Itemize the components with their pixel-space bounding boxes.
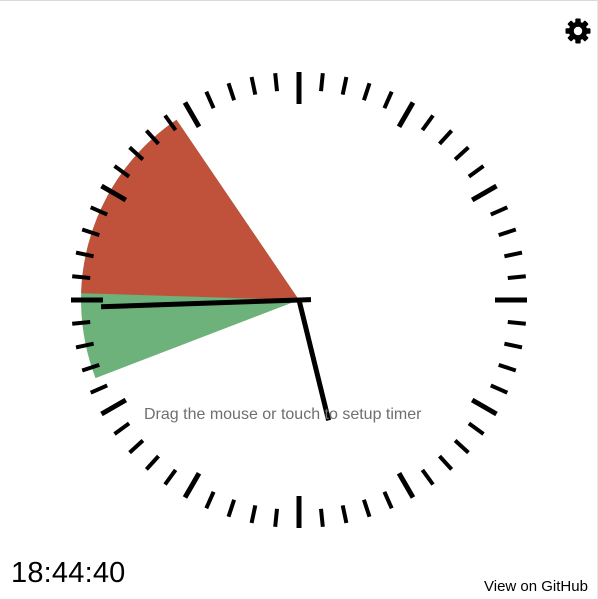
major-tick <box>470 183 498 203</box>
minor-tick <box>113 421 131 436</box>
major-tick <box>100 397 128 417</box>
minor-tick <box>489 383 509 395</box>
minor-tick <box>453 439 470 455</box>
minor-tick <box>249 76 258 96</box>
minor-tick <box>226 499 237 518</box>
minor-tick <box>467 164 485 179</box>
timer-sectors <box>81 119 300 379</box>
timer-clock-face[interactable] <box>0 0 598 599</box>
minor-tick <box>361 82 372 101</box>
minor-tick <box>273 508 279 527</box>
major-tick <box>470 397 498 417</box>
minor-tick <box>72 320 91 326</box>
minor-tick <box>361 499 372 518</box>
minor-tick <box>420 468 435 486</box>
minor-tick <box>438 129 454 146</box>
minor-tick <box>204 490 216 510</box>
minor-tick <box>382 490 394 510</box>
minor-tick <box>144 454 160 471</box>
major-tick <box>396 101 416 129</box>
minor-tick <box>503 341 523 350</box>
settings-button[interactable] <box>563 16 593 46</box>
elapsed-sector <box>81 119 299 300</box>
minor-tick <box>319 508 325 527</box>
minor-tick <box>503 250 523 259</box>
current-time: 18:44:40 <box>11 557 126 589</box>
minor-tick <box>249 504 258 524</box>
gear-icon <box>563 16 593 46</box>
major-tick <box>182 101 202 129</box>
minor-tick <box>489 205 509 217</box>
minor-tick <box>89 383 109 395</box>
major-tick <box>182 471 202 499</box>
minor-tick <box>498 362 517 373</box>
minor-tick <box>453 145 470 161</box>
minor-tick <box>498 227 517 238</box>
minor-tick <box>319 73 325 92</box>
minor-tick <box>226 82 237 101</box>
minor-tick <box>438 454 454 471</box>
minor-tick <box>163 468 178 486</box>
major-tick <box>396 471 416 499</box>
minor-tick <box>507 320 526 326</box>
minor-tick <box>128 439 145 455</box>
minor-tick <box>204 90 216 110</box>
view-on-github-link[interactable]: View on GitHub <box>484 578 588 595</box>
minor-tick <box>382 90 394 110</box>
minor-tick <box>420 114 435 132</box>
minor-tick <box>72 274 91 280</box>
minor-tick <box>340 504 349 524</box>
minor-tick <box>273 73 279 92</box>
hour-hand[interactable] <box>296 299 332 421</box>
minor-tick <box>507 274 526 280</box>
minor-tick <box>467 421 485 436</box>
minor-tick <box>340 76 349 96</box>
